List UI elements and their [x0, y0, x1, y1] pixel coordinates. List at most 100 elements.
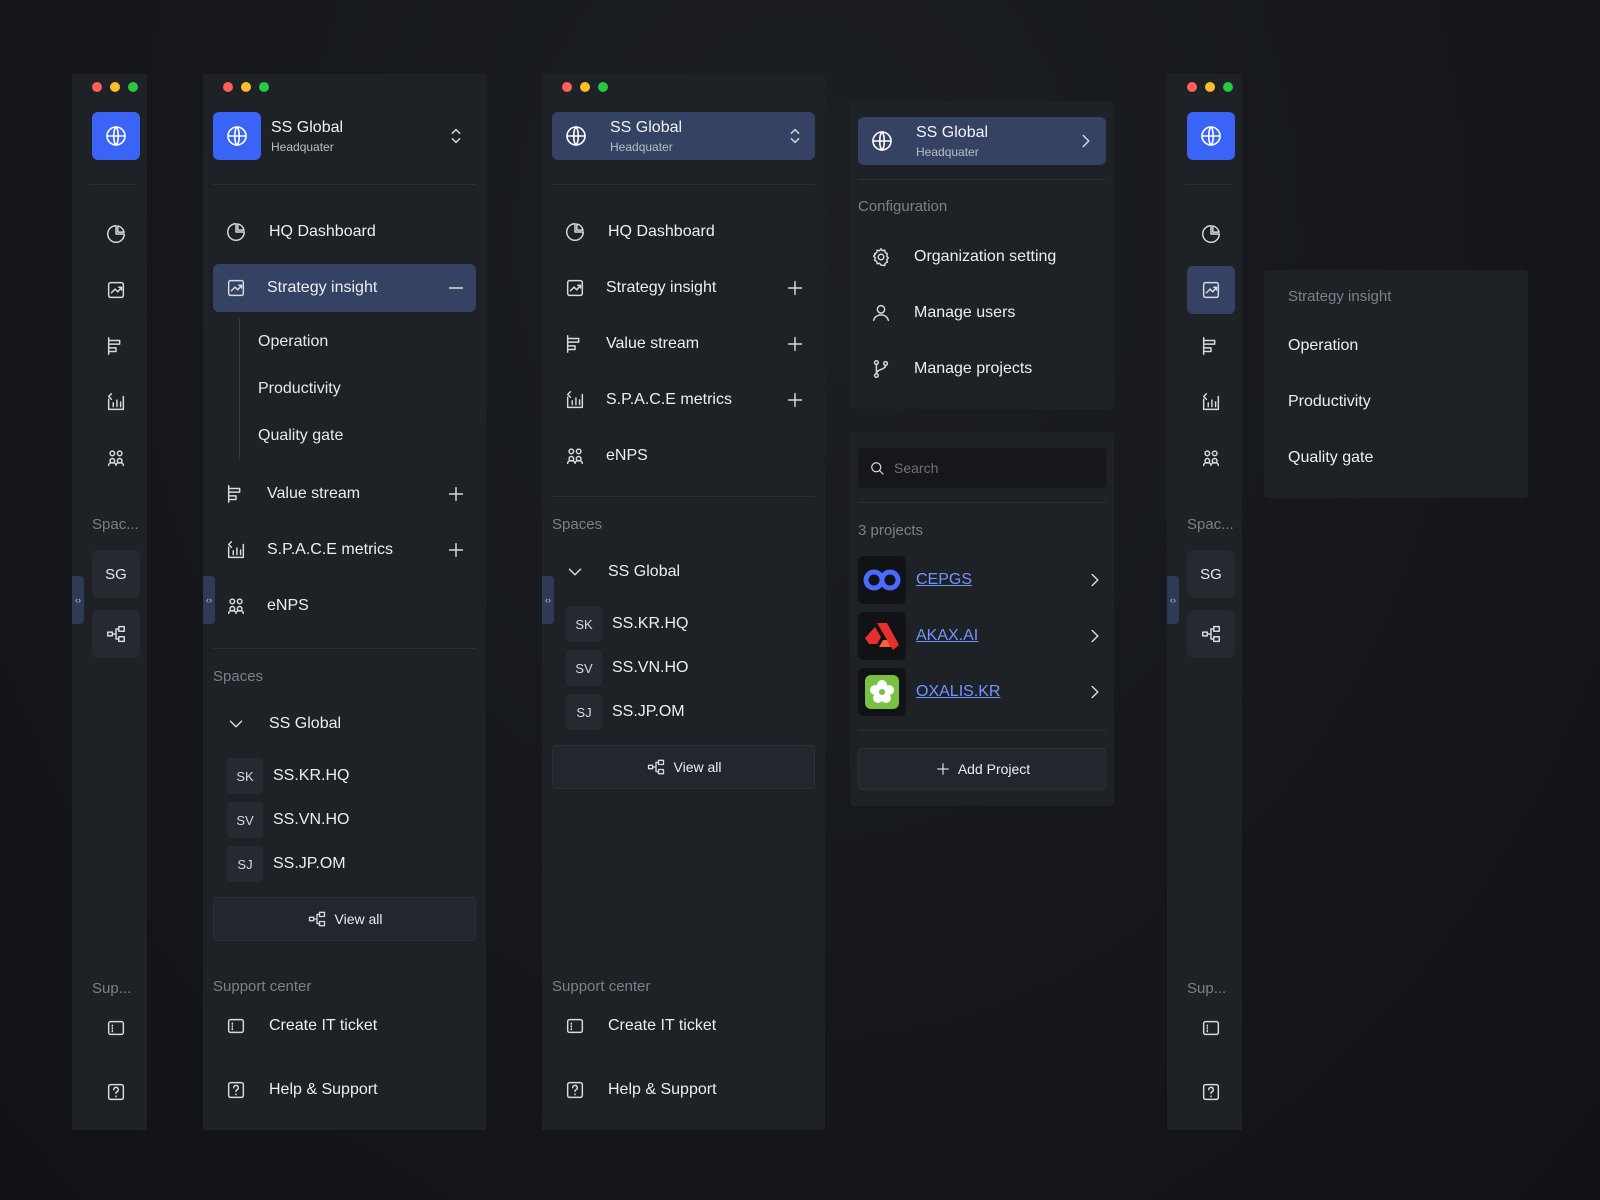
nav-value-stream[interactable]: Value stream	[552, 320, 815, 368]
maximize-dot[interactable]	[128, 82, 138, 92]
rail-enps[interactable]	[92, 434, 140, 482]
maximize-dot[interactable]	[259, 82, 269, 92]
nav-create-ticket[interactable]: Create IT ticket	[552, 1002, 815, 1050]
nav-help-support[interactable]: Help & Support	[552, 1066, 815, 1114]
rail-value-stream[interactable]	[92, 322, 140, 370]
nav-strategy-insight[interactable]: Strategy insight	[213, 264, 476, 312]
close-dot[interactable]	[92, 82, 102, 92]
org-logo-button[interactable]	[92, 112, 140, 160]
divider	[552, 496, 815, 497]
nav-enps[interactable]: eNPS	[552, 432, 815, 480]
rail-help-support[interactable]	[92, 1068, 140, 1116]
globe-icon	[870, 129, 894, 153]
team-icon	[1200, 447, 1222, 469]
git-branch-icon	[858, 358, 904, 380]
oxalis-logo	[858, 668, 906, 716]
space-group-ss-global[interactable]: SS Global	[213, 700, 476, 748]
maximize-dot[interactable]	[1223, 82, 1233, 92]
nav-help-support[interactable]: Help & Support	[213, 1066, 476, 1114]
project-link[interactable]: AKAX.AI	[916, 627, 1084, 645]
nav-enps[interactable]: eNPS	[213, 582, 476, 630]
rail-help-support[interactable]	[1187, 1068, 1235, 1116]
space-item[interactable]: SK SS.KR.HQ	[227, 758, 349, 794]
minimize-dot[interactable]	[1205, 82, 1215, 92]
nav-space-metrics[interactable]: S.P.A.C.E metrics	[213, 526, 476, 574]
org-switcher[interactable]: SS Global Headquater	[213, 112, 476, 160]
chevron-right-icon[interactable]	[1084, 681, 1106, 703]
space-item[interactable]: SJ SS.JP.OM	[227, 846, 346, 882]
spaces-title: Spaces	[213, 668, 264, 685]
rail-strategy-insight[interactable]	[92, 266, 140, 314]
rail-view-all-spaces[interactable]	[92, 610, 140, 658]
org-switcher[interactable]: SS Global Headquater	[858, 117, 1106, 165]
minimize-dot[interactable]	[241, 82, 251, 92]
expand-button[interactable]	[775, 389, 815, 411]
nav-hq-dashboard[interactable]: HQ Dashboard	[213, 208, 476, 256]
expand-button[interactable]	[436, 483, 476, 505]
submenu-productivity[interactable]: Productivity	[240, 365, 343, 412]
nav-strategy-insight[interactable]: Strategy insight	[552, 264, 815, 312]
minimize-dot[interactable]	[110, 82, 120, 92]
project-row[interactable]: OXALIS.KR	[858, 668, 1106, 716]
rail-create-ticket[interactable]	[92, 1004, 140, 1052]
menu-manage-projects[interactable]: Manage projects	[858, 345, 1106, 393]
space-item[interactable]: SV SS.VN.HO	[227, 802, 349, 838]
search-icon	[868, 459, 886, 477]
rail-hq-dashboard[interactable]	[92, 210, 140, 258]
configuration-menu: SS Global Headquater Configuration Organi…	[850, 101, 1114, 409]
org-switcher[interactable]: SS Global Headquater	[552, 112, 815, 160]
chevron-right-icon[interactable]	[1084, 569, 1106, 591]
submenu-operation[interactable]: Operation	[240, 318, 343, 365]
search-box[interactable]	[858, 448, 1106, 488]
expand-button[interactable]	[775, 277, 815, 299]
expand-button[interactable]	[436, 539, 476, 561]
nav-hq-dashboard[interactable]: HQ Dashboard	[552, 208, 815, 256]
space-item[interactable]: SV SS.VN.HO	[566, 650, 688, 686]
rail-space-ss-global[interactable]: SG	[1187, 550, 1235, 598]
chevron-right-icon[interactable]	[1084, 625, 1106, 647]
project-link[interactable]: OXALIS.KR	[916, 683, 1084, 701]
rail-space-metrics[interactable]	[1187, 378, 1235, 426]
close-dot[interactable]	[562, 82, 572, 92]
popover-item-productivity[interactable]: Productivity	[1288, 393, 1371, 411]
nav-label: eNPS	[267, 597, 309, 614]
space-item[interactable]: SJ SS.JP.OM	[566, 694, 685, 730]
nav-space-metrics[interactable]: S.P.A.C.E metrics	[552, 376, 815, 424]
collapse-button[interactable]	[436, 277, 476, 299]
rail-create-ticket[interactable]	[1187, 1004, 1235, 1052]
rail-space-ss-global[interactable]: SG	[92, 550, 140, 598]
nav-create-ticket[interactable]: Create IT ticket	[213, 1002, 476, 1050]
add-project-button[interactable]: Add Project	[858, 748, 1106, 790]
project-row[interactable]: CEPGS	[858, 556, 1106, 604]
space-group-ss-global[interactable]: SS Global	[552, 548, 815, 596]
org-logo-button[interactable]	[1187, 112, 1235, 160]
submenu-quality-gate[interactable]: Quality gate	[240, 412, 343, 459]
view-all-button[interactable]: View all	[552, 745, 815, 789]
view-all-button[interactable]: View all	[213, 897, 476, 941]
rail-value-stream[interactable]	[1187, 322, 1235, 370]
space-item[interactable]: SK SS.KR.HQ	[566, 606, 688, 642]
rail-view-all-spaces[interactable]	[1187, 610, 1235, 658]
search-input[interactable]	[894, 460, 1074, 476]
sidebar-toggle-handle[interactable]: ‹›	[1167, 576, 1179, 624]
project-link[interactable]: CEPGS	[916, 571, 1084, 589]
sidebar-toggle-handle[interactable]: ‹›	[72, 576, 84, 624]
close-dot[interactable]	[223, 82, 233, 92]
rail-space-metrics[interactable]	[92, 378, 140, 426]
rail-hq-dashboard[interactable]	[1187, 210, 1235, 258]
menu-organization-setting[interactable]: Organization setting	[858, 233, 1106, 281]
nav-value-stream[interactable]: Value stream	[213, 470, 476, 518]
maximize-dot[interactable]	[598, 82, 608, 92]
window-controls	[223, 82, 269, 92]
popover-item-quality-gate[interactable]: Quality gate	[1288, 449, 1373, 467]
close-dot[interactable]	[1187, 82, 1197, 92]
expand-button[interactable]	[775, 333, 815, 355]
sidebar-toggle-handle[interactable]: ‹›	[203, 576, 215, 624]
minimize-dot[interactable]	[580, 82, 590, 92]
rail-strategy-insight[interactable]	[1187, 266, 1235, 314]
rail-enps[interactable]	[1187, 434, 1235, 482]
project-row[interactable]: AKAX.AI	[858, 612, 1106, 660]
sidebar-toggle-handle[interactable]: ‹›	[542, 576, 554, 624]
menu-manage-users[interactable]: Manage users	[858, 289, 1106, 337]
popover-item-operation[interactable]: Operation	[1288, 337, 1358, 355]
